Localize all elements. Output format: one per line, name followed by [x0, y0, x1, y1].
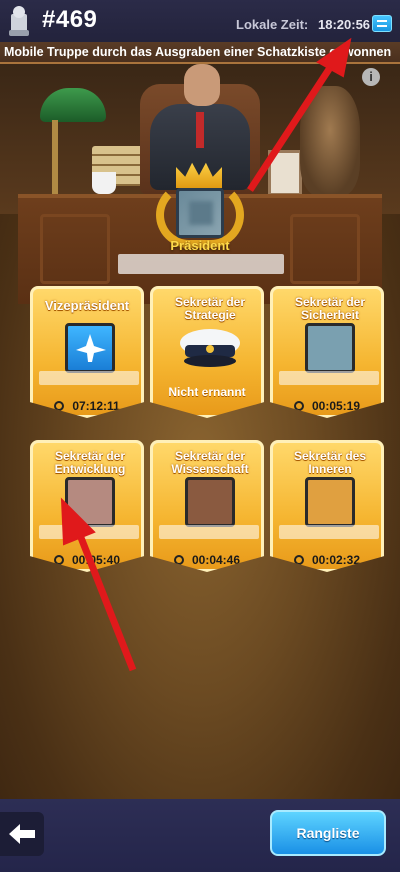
annotation-arrow-icon: [60, 37, 352, 672]
